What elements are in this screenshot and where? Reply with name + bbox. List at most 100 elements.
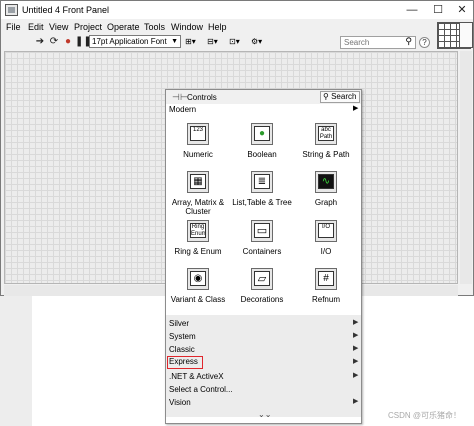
palette-item-label: Ring & Enum <box>174 247 222 256</box>
category-label: Select a Control... <box>169 385 233 394</box>
palette-item-label: I/O <box>320 247 332 256</box>
resize-objects-icon[interactable]: ⊡▾ <box>229 36 249 48</box>
palette-item-variant-class[interactable]: ◉ Variant & Class <box>166 268 230 316</box>
menu-window[interactable]: Window <box>171 22 203 32</box>
abort-icon[interactable]: ● <box>62 36 74 48</box>
palette-item-label: Containers <box>242 247 282 256</box>
category-label: Classic <box>169 345 195 354</box>
labview-app-icon <box>5 4 18 16</box>
run-arrow-icon[interactable]: ➔ <box>34 36 46 48</box>
category-label: Silver <box>169 319 190 328</box>
category-modern[interactable]: Modern ▶ <box>166 104 361 115</box>
category-label: Modern <box>169 105 197 114</box>
palette-item-io[interactable]: I/O I/O <box>294 220 358 268</box>
palette-search-label: Search <box>331 92 357 101</box>
toolbar: ➔ ⟳ ● ❚❚ 17pt Application Font ▼ ⊞▾ ⊟▾ ⊡… <box>1 34 437 50</box>
triangle-right-icon: ▶ <box>353 345 359 352</box>
category-dotnet-activex[interactable]: .NET & ActiveX ▶ <box>166 370 361 383</box>
menu-view[interactable]: View <box>49 22 68 32</box>
category-express[interactable]: Express ▶ <box>166 356 361 369</box>
palette-item-label: Decorations <box>240 295 284 304</box>
palette-item-array[interactable]: ▦ Array, Matrix & Cluster <box>166 171 230 219</box>
palette-item-list-table[interactable]: ≣ List,Table & Tree <box>230 171 294 219</box>
io-icon: I/O <box>315 220 337 242</box>
containers-icon: ▭ <box>251 220 273 242</box>
close-button[interactable]: ✕ <box>449 1 474 19</box>
palette-item-decorations[interactable]: ▱ Decorations <box>230 268 294 316</box>
vertical-scrollbar[interactable] <box>460 51 472 284</box>
font-selector-value: 17pt Application Font <box>92 37 167 46</box>
category-label: .NET & ActiveX <box>169 372 224 381</box>
palette-item-label: Refnum <box>311 295 340 304</box>
category-label: Vision <box>169 398 191 407</box>
graph-icon: ∿ <box>315 171 337 193</box>
menu-operate[interactable]: Operate <box>107 22 140 32</box>
pin-icon[interactable]: ⊣⊢ <box>172 92 188 103</box>
search-input[interactable] <box>341 37 401 48</box>
category-vision[interactable]: Vision ▶ <box>166 396 361 409</box>
menu-help[interactable]: Help <box>208 22 227 32</box>
ring-enum-icon: Ring Enum <box>187 220 209 242</box>
palette-item-label: String & Path <box>302 150 350 159</box>
palette-item-graph[interactable]: ∿ Graph <box>294 171 358 219</box>
palette-item-label: Boolean <box>247 150 277 159</box>
menu-project[interactable]: Project <box>74 22 102 32</box>
search-icon[interactable]: ⚲ <box>405 36 412 47</box>
chevron-down-icon: ▼ <box>171 38 178 45</box>
palette-title: Controls <box>187 93 217 102</box>
palette-item-label: Graph <box>314 198 338 207</box>
palette-item-refnum[interactable]: # Refnum <box>294 268 358 316</box>
palette-item-string-path[interactable]: abc Path String & Path <box>294 123 358 171</box>
vi-icon[interactable] <box>459 22 473 48</box>
array-icon: ▦ <box>187 171 209 193</box>
watermark: CSDN @可乐猪命！ <box>388 411 462 420</box>
expand-chevron-icon[interactable]: ⌄⌄ <box>258 410 271 419</box>
palette-item-label: Numeric <box>183 150 213 159</box>
triangle-right-icon: ▶ <box>353 372 359 379</box>
palette-header: ⊣⊢ Controls ⚲ Search <box>166 90 361 104</box>
font-selector[interactable]: 17pt Application Font ▼ <box>89 35 181 48</box>
menu-edit[interactable]: Edit <box>28 22 44 32</box>
search-icon: ⚲ <box>323 92 329 101</box>
decorations-icon: ▱ <box>251 268 273 290</box>
variant-icon: ◉ <box>187 268 209 290</box>
palette-categories: Silver ▶ System ▶ Classic ▶ Express ▶ .N… <box>166 315 361 419</box>
palette-search-button[interactable]: ⚲ Search <box>320 91 360 103</box>
palette-item-containers[interactable]: ▭ Containers <box>230 220 294 268</box>
palette-item-numeric[interactable]: 123 Numeric <box>166 123 230 171</box>
menu-tools[interactable]: Tools <box>144 22 165 32</box>
palette-item-boolean[interactable]: ● Boolean <box>230 123 294 171</box>
numeric-icon: 123 <box>187 123 209 145</box>
menu-file[interactable]: File <box>6 22 21 32</box>
triangle-right-icon: ▶ <box>353 105 359 112</box>
category-label: Express <box>167 356 203 369</box>
palette-item-label: List,Table & Tree <box>232 198 292 207</box>
search-box[interactable]: ⚲ <box>340 36 416 49</box>
minimize-button[interactable]: — <box>399 1 425 19</box>
run-continuously-icon[interactable]: ⟳ <box>48 36 60 48</box>
triangle-right-icon: ▶ <box>353 332 359 339</box>
triangle-right-icon: ▶ <box>353 398 359 405</box>
controls-palette: ⊣⊢ Controls ⚲ Search Modern ▶ 123 Numeri… <box>165 89 362 424</box>
palette-item-label: Array, Matrix & Cluster <box>171 198 225 216</box>
triangle-right-icon: ▶ <box>353 358 359 365</box>
help-icon[interactable]: ? <box>419 37 430 48</box>
category-select-a-control[interactable]: Select a Control... <box>166 383 361 396</box>
list-table-icon: ≣ <box>251 171 273 193</box>
category-system[interactable]: System ▶ <box>166 330 361 343</box>
string-path-icon: abc Path <box>315 123 337 145</box>
category-silver[interactable]: Silver ▶ <box>166 317 361 330</box>
maximize-button[interactable]: ☐ <box>425 1 451 19</box>
reorder-icon[interactable]: ⚙▾ <box>251 36 271 48</box>
window-title: Untitled 4 Front Panel <box>22 5 110 15</box>
pause-icon[interactable]: ❚❚ <box>75 36 92 48</box>
title-bar[interactable]: Untitled 4 Front Panel — ☐ ✕ <box>1 1 473 19</box>
boolean-icon: ● <box>251 123 273 145</box>
palette-item-ring-enum[interactable]: Ring Enum Ring & Enum <box>166 220 230 268</box>
palette-item-label: Variant & Class <box>170 295 226 304</box>
triangle-right-icon: ▶ <box>353 319 359 326</box>
distribute-objects-icon[interactable]: ⊟▾ <box>207 36 227 48</box>
menu-bar: File Edit View Project Operate Tools Win… <box>1 20 421 34</box>
align-objects-icon[interactable]: ⊞▾ <box>185 36 205 48</box>
category-classic[interactable]: Classic ▶ <box>166 343 361 356</box>
